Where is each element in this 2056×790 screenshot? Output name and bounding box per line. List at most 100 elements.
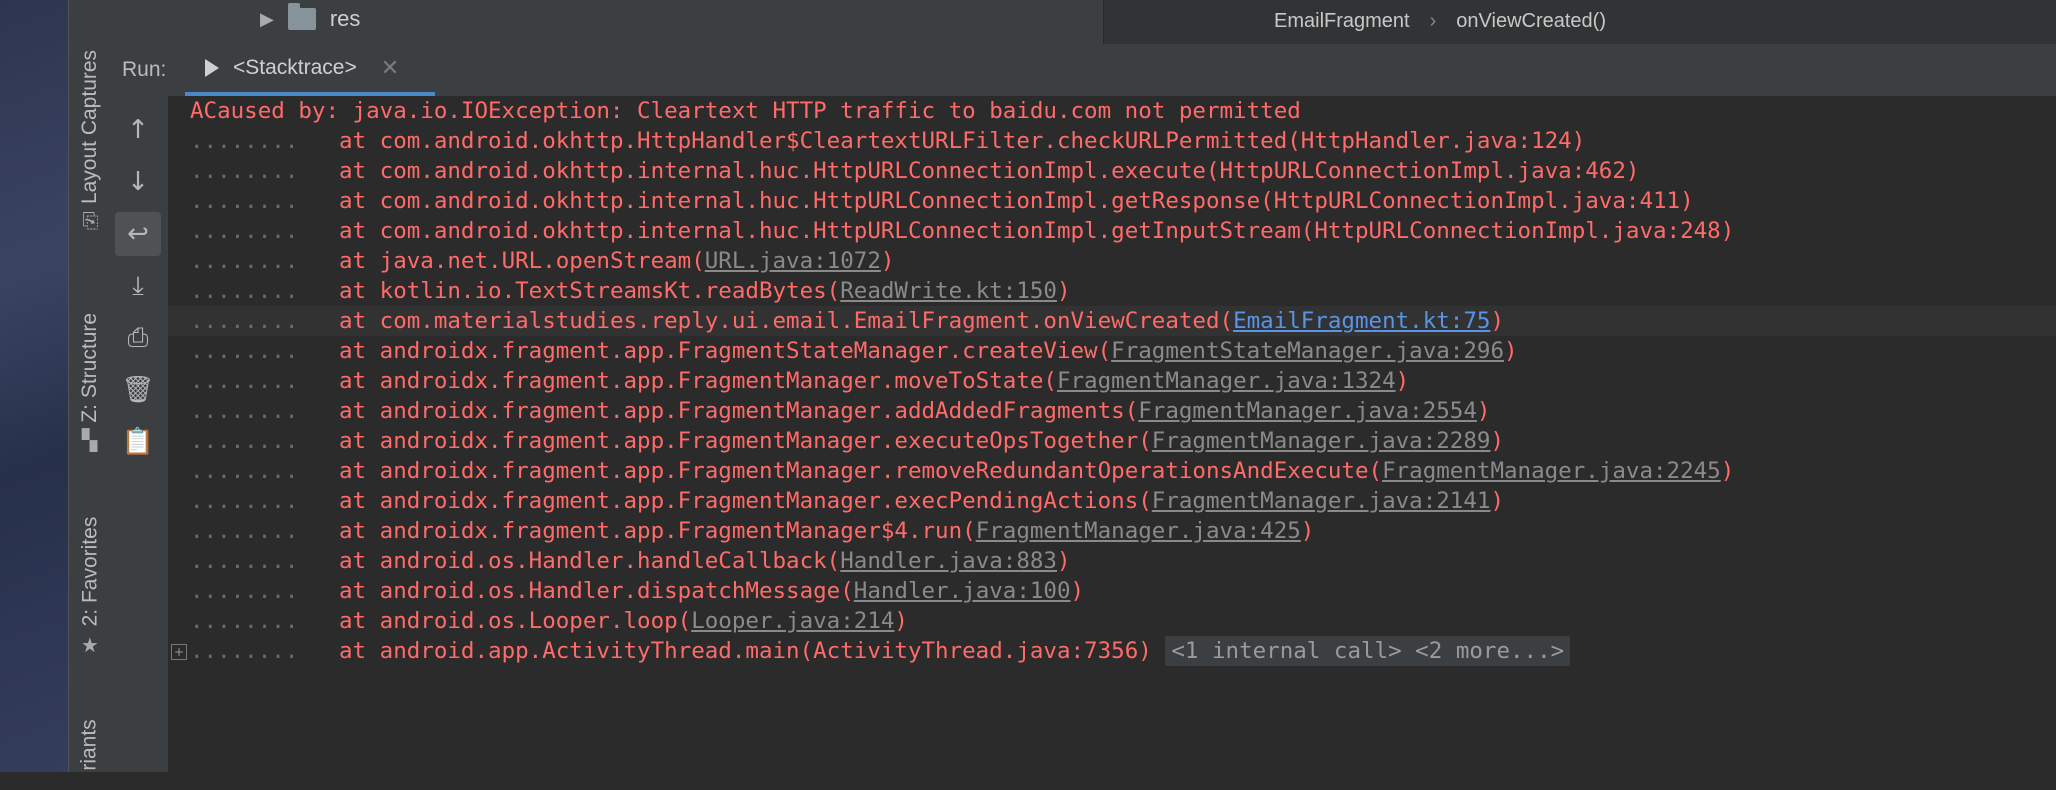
source-link[interactable]: EmailFragment.kt:75: [1233, 308, 1490, 334]
source-link[interactable]: Handler.java:100: [854, 578, 1071, 604]
frame-text: at java.net.URL.openStream(: [339, 248, 705, 274]
source-link[interactable]: FragmentManager.java:2289: [1152, 428, 1491, 454]
stack-frame-line: ........ at java.net.URL.openStream(URL.…: [190, 246, 894, 276]
breadcrumb-class[interactable]: EmailFragment: [1274, 10, 1410, 33]
source-link[interactable]: FragmentStateManager.java:296: [1111, 338, 1504, 364]
stack-frame-line: ........ at android.os.Handler.dispatchM…: [190, 576, 1084, 606]
stack-frame-line: ........ at kotlin.io.TextStreamsKt.read…: [190, 276, 1071, 306]
frame-text: at android.app.ActivityThread.main(Activ…: [339, 638, 1152, 664]
frame-suffix: ): [1300, 518, 1315, 544]
source-link[interactable]: FragmentManager.java:2141: [1152, 488, 1491, 514]
indent-dots: ........: [190, 188, 340, 214]
structure-icon: ▚: [82, 429, 98, 452]
run-label: Run:: [122, 58, 167, 81]
trash-icon[interactable]: 🗑: [115, 368, 161, 412]
console-side-toolbar: ↑ ↓ ↩ ⤓ ⎙ 🗑 📋: [110, 96, 169, 772]
source-link[interactable]: FragmentManager.java:1324: [1057, 368, 1396, 394]
frame-text: at androidx.fragment.app.FragmentManager…: [339, 428, 1152, 454]
camera-icon: ⎘: [82, 210, 99, 233]
favorites-tab[interactable]: ★ 2: Favorites: [69, 500, 111, 670]
run-toolbar: Run: <Stacktrace> ✕: [110, 44, 2056, 97]
source-link[interactable]: FragmentManager.java:2245: [1382, 458, 1721, 484]
stack-frame-line: ........ at androidx.fragment.app.Fragme…: [190, 426, 1504, 456]
indent-dots: ........: [190, 428, 340, 454]
indent-dots: ........: [190, 488, 340, 514]
stack-frame-line: ........ at android.os.Looper.loop(Loope…: [190, 606, 908, 636]
source-link[interactable]: FragmentManager.java:2554: [1138, 398, 1477, 424]
source-link[interactable]: Looper.java:214: [691, 608, 894, 634]
build-variants-tab[interactable]: riants: [69, 700, 111, 790]
frame-text: at androidx.fragment.app.FragmentStateMa…: [339, 338, 1112, 364]
indent-dots: ........: [190, 518, 340, 544]
frame-suffix: ): [1056, 278, 1071, 304]
stack-frame-line: ........ at android.os.Handler.handleCal…: [190, 546, 1071, 576]
breadcrumb-method[interactable]: onViewCreated(): [1456, 10, 1606, 33]
indent-dots: ........: [190, 458, 340, 484]
frame-text: at android.os.Handler.handleCallback(: [339, 548, 841, 574]
stack-frame-line: ........ at androidx.fragment.app.Fragme…: [190, 336, 1518, 366]
frame-suffix: ): [1395, 368, 1410, 394]
print-icon[interactable]: ⎙: [115, 316, 161, 360]
indent-dots: ........: [190, 218, 340, 244]
breadcrumb: EmailFragment › onViewCreated(): [1274, 10, 1606, 33]
indent-dots: ........: [190, 278, 340, 304]
source-link[interactable]: ReadWrite.kt:150: [840, 278, 1057, 304]
frame-text: at androidx.fragment.app.FragmentManager…: [339, 398, 1139, 424]
stack-frame-line: ........ at com.android.okhttp.internal.…: [190, 186, 1694, 216]
clipboard-icon[interactable]: 📋: [115, 420, 161, 464]
source-link[interactable]: FragmentManager.java:425: [976, 518, 1301, 544]
stack-frame-line: ........ at androidx.fragment.app.Fragme…: [190, 486, 1504, 516]
source-link[interactable]: Handler.java:883: [840, 548, 1057, 574]
expand-arrow-icon[interactable]: ▶: [260, 9, 274, 30]
stack-frame-line: ........ at com.materialstudies.reply.ui…: [168, 306, 2056, 336]
soft-wrap-icon[interactable]: ↩: [115, 212, 161, 256]
indent-dots: ........: [190, 548, 340, 574]
frame-text: at kotlin.io.TextStreamsKt.readBytes(: [339, 278, 841, 304]
expand-fold-icon[interactable]: +: [171, 644, 187, 660]
indent-dots: ........: [190, 578, 340, 604]
indent-dots: ........: [190, 608, 340, 634]
stack-frame-line: ........ at com.android.okhttp.HttpHandl…: [190, 126, 1585, 156]
frame-text: at android.os.Looper.loop(: [339, 608, 692, 634]
frame-suffix: ): [1476, 398, 1491, 424]
indent-dots: ........: [190, 308, 340, 334]
collapsed-frames-pill[interactable]: <1 internal call> <2 more...>: [1165, 636, 1571, 666]
stack-frame-line: ........ at androidx.fragment.app.Fragme…: [190, 396, 1490, 426]
indent-dots: ........: [190, 368, 340, 394]
console-output[interactable]: ACaused by: java.io.IOException: Clearte…: [168, 96, 2056, 772]
folder-icon: [287, 3, 316, 30]
close-icon[interactable]: ✕: [381, 55, 399, 81]
layout-captures-label: Layout Captures: [78, 49, 102, 205]
tab-stacktrace[interactable]: <Stacktrace> ✕: [185, 44, 435, 96]
stack-frame-line: ........ at com.android.okhttp.internal.…: [190, 216, 1734, 246]
play-icon: [205, 59, 219, 77]
exception-header: ACaused by: java.io.IOException: Clearte…: [190, 98, 1301, 124]
frame-text: at com.android.okhttp.internal.huc.HttpU…: [339, 188, 1694, 214]
frame-suffix: ): [1490, 308, 1504, 334]
frame-suffix: ): [1056, 548, 1071, 574]
stack-frame-line: ........ at androidx.fragment.app.Fragme…: [190, 516, 1314, 546]
source-link[interactable]: URL.java:1072: [705, 248, 881, 274]
frame-text: at androidx.fragment.app.FragmentManager…: [339, 368, 1057, 394]
frame-text: at com.android.okhttp.internal.huc.HttpU…: [339, 158, 1640, 184]
frame-text: at androidx.fragment.app.FragmentManager…: [339, 458, 1383, 484]
frame-suffix: ): [1070, 578, 1085, 604]
scroll-to-end-icon[interactable]: ⤓: [115, 264, 161, 308]
structure-tab[interactable]: ▚ Z: Structure: [69, 290, 111, 470]
stack-frame-line: ........ at androidx.fragment.app.Fragme…: [190, 366, 1409, 396]
frame-text: at androidx.fragment.app.FragmentManager…: [339, 518, 976, 544]
stack-frame-line: ........ at com.android.okhttp.internal.…: [190, 156, 1639, 186]
frame-suffix: ): [1504, 338, 1518, 364]
tree-row-res[interactable]: ▶ res: [260, 3, 360, 32]
favorites-label: 2: Favorites: [78, 516, 101, 626]
chevron-right-icon: ›: [1429, 10, 1437, 32]
frame-text: at com.android.okhttp.HttpHandler$Cleart…: [339, 128, 1586, 154]
layout-captures-tab[interactable]: ⎘ Layout Captures: [69, 30, 111, 250]
down-arrow-icon[interactable]: ↓: [115, 160, 161, 204]
structure-label: Z: Structure: [78, 312, 101, 423]
build-variants-label: riants: [78, 719, 102, 771]
frame-text: at com.materialstudies.reply.ui.email.Em…: [339, 308, 1234, 334]
frame-suffix: ): [1490, 428, 1504, 454]
indent-dots: ........: [190, 338, 340, 364]
up-arrow-icon[interactable]: ↑: [115, 108, 161, 152]
